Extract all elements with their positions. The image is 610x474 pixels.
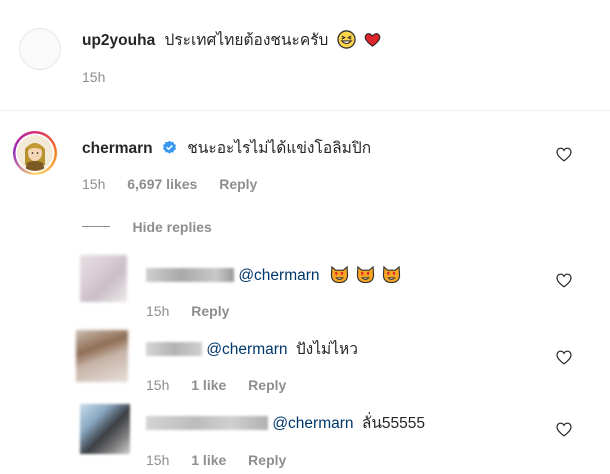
reply-item: @chermarn 15h Reply (0, 251, 610, 326)
comment-line: @chermarn (146, 265, 404, 286)
comment-line: @chermarn ปังไม่ไหว (146, 340, 358, 360)
like-heart-icon[interactable] (556, 350, 572, 365)
redacted-username (146, 416, 268, 430)
comment-chermarn: chermarn ชนะอะไรไม่ได้แข่งโอลิมปิก 15h 6… (0, 111, 610, 474)
avatar[interactable] (76, 330, 128, 382)
redacted-username (146, 342, 202, 356)
heart-eyes-cat-emoji (383, 265, 401, 284)
avatar[interactable] (19, 28, 61, 70)
emoji-group (330, 265, 405, 284)
mention-link[interactable]: @chermarn (272, 415, 353, 432)
comment-time: 15h (82, 176, 106, 192)
grinning-squint-emoji (336, 30, 356, 49)
comment-meta: 15h (82, 69, 123, 85)
comment-time: 15h (82, 69, 106, 85)
comment-time: 15h (146, 303, 170, 319)
like-count[interactable]: 1 like (191, 452, 226, 468)
hide-replies-label: Hide replies (132, 218, 212, 235)
reply-button[interactable]: Reply (248, 377, 286, 393)
comment-time: 15h (146, 377, 170, 393)
verified-badge-icon (162, 140, 177, 154)
hide-replies-toggle[interactable]: Hide replies (82, 218, 212, 238)
heart-eyes-cat-emoji (330, 265, 348, 284)
mention-link[interactable]: @chermarn (238, 267, 319, 284)
reply-button[interactable]: Reply (219, 176, 257, 192)
like-heart-icon[interactable] (556, 273, 572, 288)
comment-text: ชนะอะไรไม่ได้แข่งโอลิมปิก (187, 140, 372, 157)
mention-link[interactable]: @chermarn (206, 341, 287, 358)
profile-illustration-icon (17, 135, 53, 171)
like-heart-icon[interactable] (556, 422, 572, 437)
avatar[interactable] (80, 255, 127, 302)
redacted-username (146, 268, 234, 282)
avatar-chermarn[interactable] (13, 131, 57, 175)
like-heart-icon[interactable] (556, 147, 572, 162)
comment-line: up2youha ประเทศไทยต้องชนะครับ (82, 30, 385, 51)
red-heart-emoji (364, 33, 381, 47)
comment-up2youha: up2youha ประเทศไทยต้องชนะครับ 15h (0, 0, 610, 108)
comment-text: ประเทศไทยต้องชนะครับ (164, 32, 329, 49)
reply-item: @chermarn ลั่น55555 15h 1 like Reply (0, 400, 610, 474)
reply-button[interactable]: Reply (191, 303, 229, 319)
comment-meta: 15h 1 like Reply (146, 377, 304, 393)
reply-button[interactable]: Reply (248, 452, 286, 468)
reply-text: ปังไม่ไหว (295, 341, 358, 358)
reply-item: @chermarn ปังไม่ไหว 15h 1 like Reply (0, 326, 610, 398)
comment-line: @chermarn ลั่น55555 (146, 414, 425, 434)
replies-line (82, 226, 110, 228)
comment-username[interactable]: chermarn (82, 140, 153, 157)
avatar[interactable] (80, 404, 130, 454)
comment-time: 15h (146, 452, 170, 468)
reply-text: ลั่น55555 (361, 415, 426, 432)
heart-eyes-cat-emoji (356, 265, 375, 284)
comment-line: chermarn ชนะอะไรไม่ได้แข่งโอลิมปิก (82, 139, 371, 159)
like-count[interactable]: 6,697 likes (127, 176, 197, 192)
comment-meta: 15h 6,697 likes Reply (82, 176, 275, 192)
comment-meta: 15h 1 like Reply (146, 452, 304, 468)
comment-meta: 15h Reply (146, 303, 247, 319)
comment-username[interactable]: up2youha (82, 32, 155, 49)
like-count[interactable]: 1 like (191, 377, 226, 393)
